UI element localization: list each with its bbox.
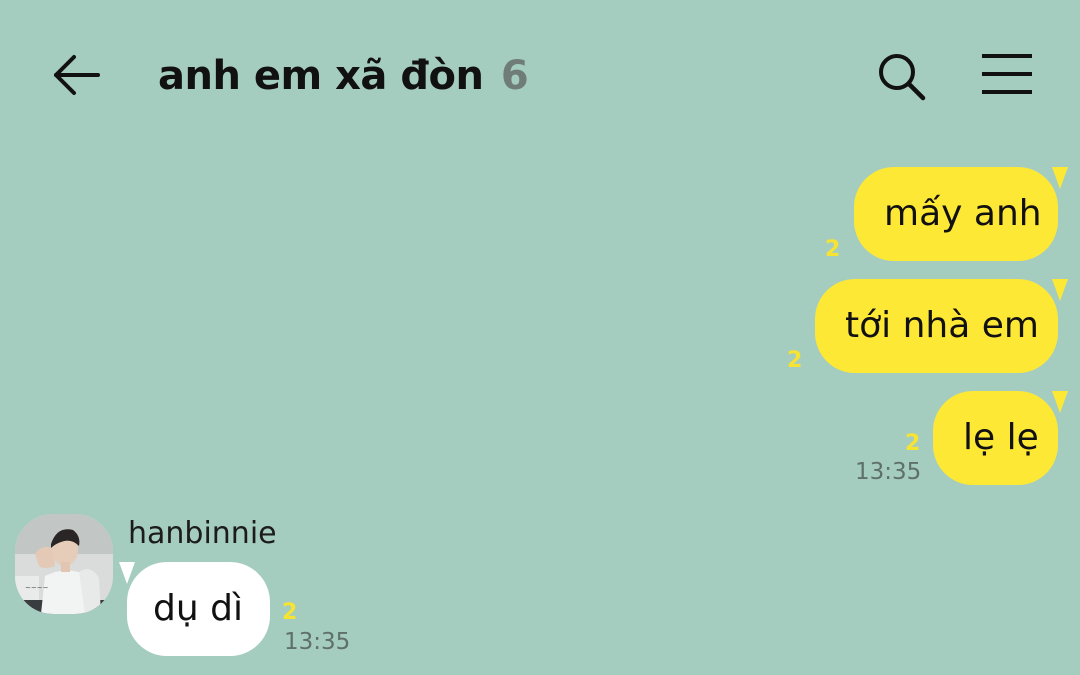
chat-title: anh em xã đòn 6 xyxy=(158,48,529,104)
member-count: 6 xyxy=(500,53,529,99)
back-button[interactable] xyxy=(44,46,108,104)
message-timestamp: 13:35 xyxy=(284,629,351,655)
chat-room-name: anh em xã đòn xyxy=(158,53,484,99)
message-text: dụ dì xyxy=(153,588,243,629)
menu-button[interactable] xyxy=(972,44,1042,108)
message-text: mấy anh xyxy=(884,193,1042,234)
profile-photo-image: ~~~~ xyxy=(15,514,113,614)
search-button[interactable] xyxy=(868,44,932,108)
unread-count: 2 xyxy=(825,237,841,262)
arrow-left-icon xyxy=(54,55,100,95)
message-text: tới nhà em xyxy=(845,305,1039,346)
message-bubble[interactable]: dụ dì xyxy=(127,562,270,656)
hamburger-menu-icon xyxy=(982,54,1032,94)
unread-count: 2 xyxy=(905,431,921,456)
sender-name: hanbinnie xyxy=(128,516,277,551)
svg-text:~~~~: ~~~~ xyxy=(25,584,49,592)
message-timestamp: 13:35 xyxy=(855,459,922,485)
message-bubble[interactable]: tới nhà em xyxy=(815,279,1058,373)
unread-count: 2 xyxy=(787,348,803,373)
message-bubble[interactable]: lẹ lẹ xyxy=(933,391,1058,485)
unread-count: 2 xyxy=(282,600,298,625)
chat-header: anh em xã đòn 6 xyxy=(0,0,1080,150)
avatar[interactable]: ~~~~ xyxy=(15,514,113,614)
message-bubble[interactable]: mấy anh xyxy=(854,167,1058,261)
message-text: lẹ lẹ xyxy=(963,417,1039,458)
search-icon xyxy=(879,54,926,101)
